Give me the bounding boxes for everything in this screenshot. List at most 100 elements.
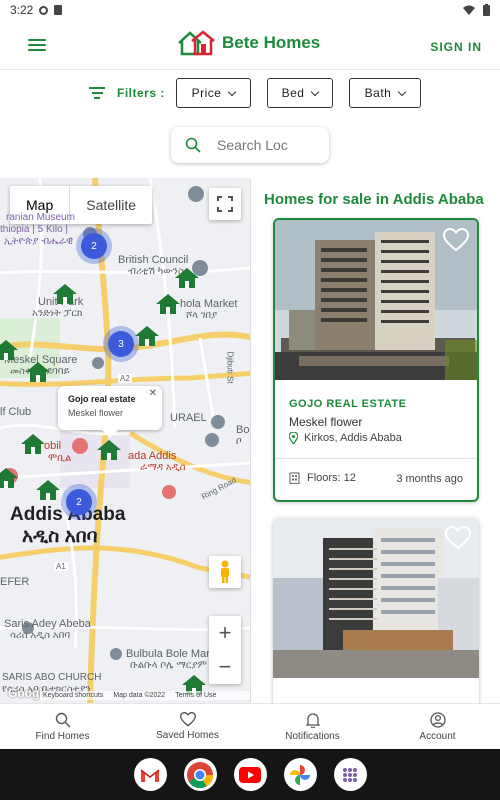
search-input[interactable]: [217, 137, 297, 153]
zoom-in-button[interactable]: +: [209, 616, 241, 650]
fullscreen-button[interactable]: [209, 188, 241, 220]
logo-icon: [178, 30, 215, 56]
home-marker-icon[interactable]: [26, 362, 50, 382]
map-label-route-a1: A1: [54, 562, 68, 571]
nav-saved-homes[interactable]: Saved Homes: [125, 704, 250, 749]
bath-filter-button[interactable]: Bath: [349, 78, 421, 108]
listing-card[interactable]: GOJO REAL ESTATE Meskel flower Kirkos, A…: [273, 218, 479, 502]
sd-card-icon: [54, 5, 63, 15]
map-label-shola-market-amh: ሾላ ገበያ: [186, 310, 218, 321]
chrome-icon[interactable]: [183, 758, 217, 791]
map-label-urael: URAEL: [170, 412, 207, 424]
map-label-ramada-amh: ራማዳ አዲስ: [140, 462, 186, 473]
zoom-control: + −: [209, 616, 241, 684]
map-label-british-council: British Council: [118, 254, 189, 266]
home-marker-icon[interactable]: [156, 294, 180, 314]
street-view-pegman[interactable]: [209, 556, 241, 588]
nav-notifications[interactable]: Notifications: [250, 704, 375, 749]
filter-icon: [89, 87, 105, 99]
card-divider: [275, 458, 477, 459]
nav-account-label: Account: [419, 730, 456, 742]
map-type-satellite[interactable]: Satellite: [70, 186, 152, 224]
location-search: [171, 127, 329, 163]
map-label-museum-2: thiopia | 5 Kilo |: [0, 224, 69, 235]
map-label-mobil: obil: [44, 440, 62, 452]
fullscreen-icon: [217, 196, 233, 212]
home-marker-icon[interactable]: [53, 284, 77, 304]
map-label-bulbula-amh: ቡልቡላ ቦሌ ማርያም: [130, 660, 207, 671]
map-info-window[interactable]: Gojo real estate Meskel flower ✕: [58, 386, 162, 438]
map-view[interactable]: Map Satellite ranian Museum thiopia | 5 …: [0, 178, 250, 703]
map-label-mobil-amh: ሞቢል: [48, 453, 72, 464]
heart-icon: [179, 712, 196, 727]
chevron-down-icon: [311, 87, 320, 96]
map-cluster[interactable]: 3: [108, 331, 134, 357]
map-label-museum: ranian Museum: [6, 212, 75, 223]
listing-posted-time: 3 months ago: [396, 473, 463, 485]
map-label-saris-amh: ሳሪስ አዲስ አበባ: [10, 630, 71, 641]
terms-link[interactable]: Terms of Use: [175, 692, 216, 699]
gmail-icon[interactable]: [133, 758, 167, 791]
filters-label: Filters :: [117, 86, 165, 100]
map-attribution: Keyboard shortcuts Map data ©2022 Terms …: [40, 691, 250, 700]
map-data-text: Map data ©2022: [113, 692, 166, 699]
photos-icon[interactable]: [283, 758, 317, 791]
account-icon: [429, 711, 446, 728]
home-marker-icon[interactable]: [0, 340, 18, 360]
notification-icon: [39, 5, 49, 15]
wifi-icon: [463, 5, 475, 15]
map-cluster[interactable]: 2: [66, 489, 92, 515]
bath-filter-label: Bath: [364, 86, 392, 100]
app-bar: Bete Homes SIGN IN: [0, 20, 500, 70]
bell-icon: [305, 712, 320, 728]
map-label-bole-amh: ቦ: [236, 436, 242, 447]
listings-panel: Homes for sale in Addis Ababa GOJO REAL …: [251, 178, 500, 703]
map-label-city-amh: አዲስ አበባ: [22, 526, 98, 547]
map-label-shola-market: hola Market: [180, 298, 238, 310]
nav-find-homes[interactable]: Find Homes: [0, 704, 125, 749]
keyboard-shortcuts-link[interactable]: Keyboard shortcuts: [43, 692, 103, 699]
building-icon: [289, 472, 300, 484]
zoom-out-button[interactable]: −: [209, 650, 241, 684]
brand-name: Bete Homes: [222, 33, 321, 52]
bed-filter-label: Bed: [281, 86, 305, 100]
pegman-icon: [221, 560, 229, 583]
home-marker-icon[interactable]: [175, 268, 199, 288]
map-label-church: SARIS ABO CHURCH: [2, 672, 102, 683]
map-label-museum-3: ኢትዮጵያ ብሔራዊ: [4, 236, 73, 247]
brand[interactable]: Bete Homes: [176, 30, 320, 56]
youtube-icon[interactable]: [233, 758, 267, 791]
nav-account[interactable]: Account: [375, 704, 500, 749]
price-filter-button[interactable]: Price: [176, 78, 251, 108]
home-marker-icon[interactable]: [135, 326, 159, 346]
info-window-subtitle: Meskel flower: [68, 408, 124, 418]
listing-location: Kirkos, Addis Ababa: [289, 432, 402, 444]
heart-icon[interactable]: [443, 228, 469, 252]
status-time: 3:22: [10, 3, 34, 17]
system-dock: [0, 749, 500, 800]
map-cluster[interactable]: 2: [81, 233, 107, 259]
heart-icon[interactable]: [445, 526, 471, 550]
map-label-djibuti-st: Djibuti St: [225, 351, 235, 384]
home-marker-icon[interactable]: [0, 468, 18, 488]
home-marker-icon[interactable]: [36, 480, 60, 500]
map-label-unity-park-amh: አንድነት ፓርክ: [32, 308, 83, 319]
nav-saved-homes-label: Saved Homes: [156, 730, 219, 741]
close-icon[interactable]: ✕: [149, 388, 157, 399]
app-drawer-icon[interactable]: [333, 758, 367, 791]
listing-location-text: Kirkos, Addis Ababa: [304, 432, 402, 444]
menu-icon[interactable]: [28, 39, 46, 51]
status-bar: 3:22: [0, 0, 500, 20]
location-pin-icon: [289, 432, 298, 444]
chevron-down-icon: [228, 87, 237, 96]
sign-in-button[interactable]: SIGN IN: [430, 40, 482, 54]
listing-card[interactable]: [273, 518, 479, 703]
battery-icon: [483, 4, 490, 16]
chevron-down-icon: [398, 87, 407, 96]
listing-floors: Floors: 12: [289, 472, 356, 484]
filters-bar: Filters : Price Bed Bath: [0, 78, 500, 108]
listings-title: Homes for sale in Addis Ababa: [264, 191, 484, 208]
bed-filter-button[interactable]: Bed: [267, 78, 333, 108]
home-marker-icon[interactable]: [21, 434, 45, 454]
home-marker-icon[interactable]: [97, 440, 121, 460]
